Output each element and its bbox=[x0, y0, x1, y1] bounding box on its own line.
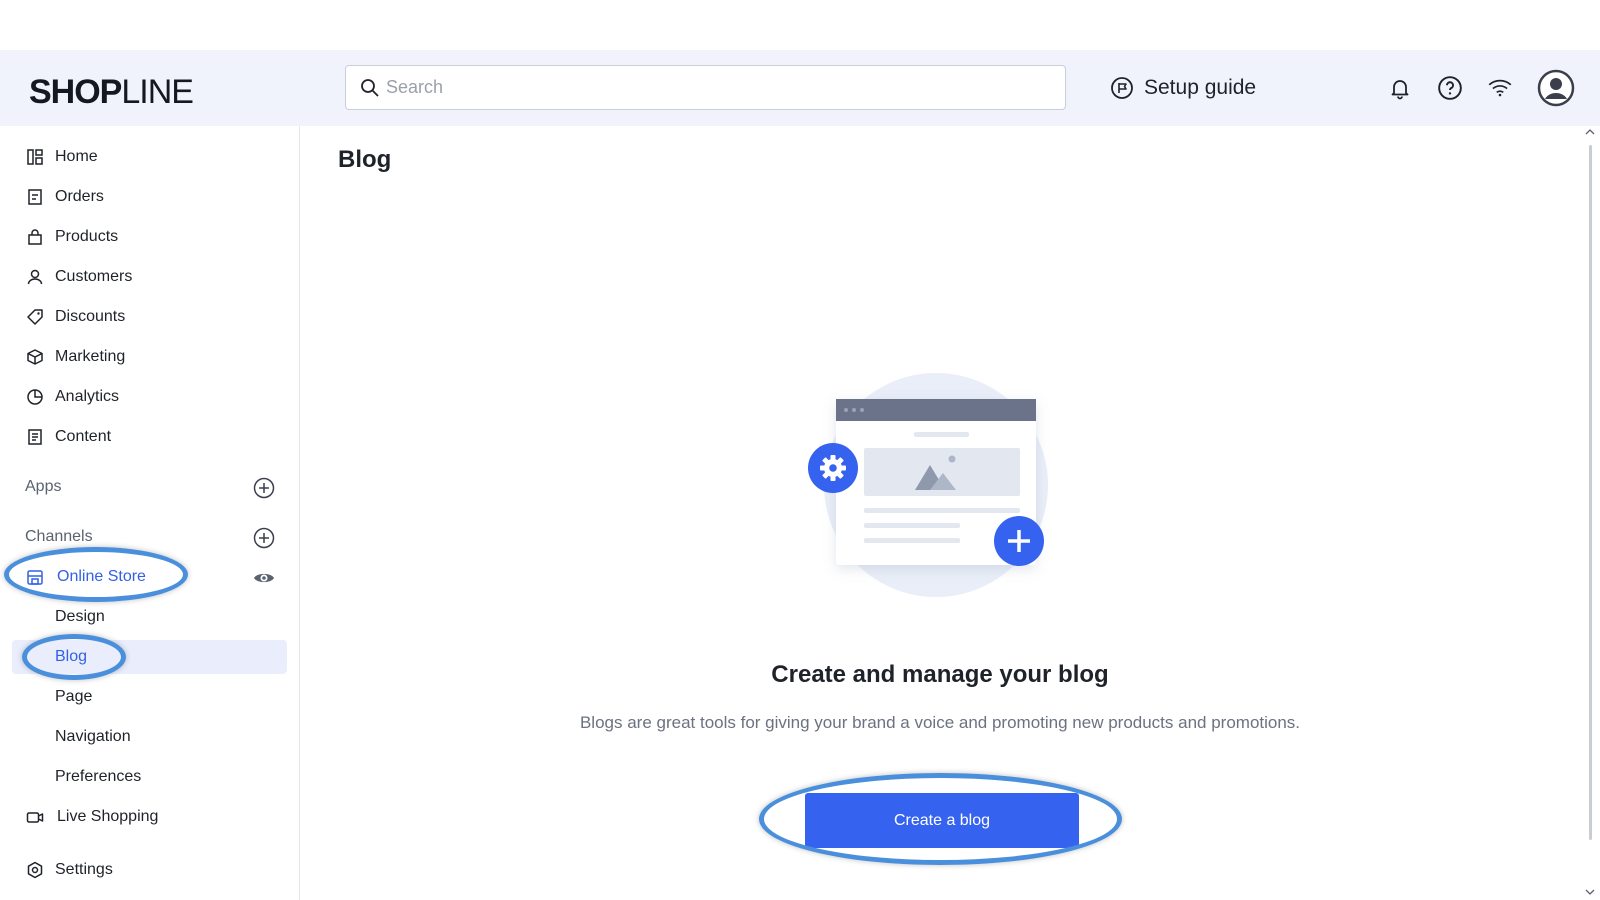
empty-state-description: Blogs are great tools for giving your br… bbox=[579, 713, 1301, 732]
customers-icon bbox=[25, 267, 45, 287]
search-box[interactable] bbox=[345, 65, 1066, 110]
channels-section-label: Channels bbox=[25, 528, 93, 545]
sidebar-item-live-shopping[interactable]: Live Shopping bbox=[12, 800, 287, 834]
analytics-icon bbox=[25, 387, 45, 407]
home-icon bbox=[25, 147, 45, 167]
main-content: Blog Create and manage your blog Blogs a… bbox=[300, 126, 1580, 900]
sidebar-item-label: Orders bbox=[55, 188, 104, 205]
search-icon bbox=[361, 78, 379, 97]
sidebar-item-label: Page bbox=[55, 688, 93, 705]
sidebar-item-discounts[interactable]: Discounts bbox=[12, 300, 287, 334]
help-icon bbox=[1438, 76, 1462, 100]
sidebar-item-marketing[interactable]: Marketing bbox=[12, 340, 287, 374]
sidebar-item-label: Settings bbox=[55, 861, 113, 878]
orders-icon bbox=[25, 187, 45, 207]
scroll-down-arrow-icon[interactable] bbox=[1585, 888, 1595, 896]
create-blog-button[interactable]: Create a blog bbox=[805, 793, 1079, 848]
sidebar-item-label: Discounts bbox=[55, 308, 126, 325]
setup-guide-label: Setup guide bbox=[1144, 76, 1257, 99]
account-button[interactable] bbox=[1536, 68, 1576, 108]
apps-section-label: Apps bbox=[25, 478, 62, 495]
search-input[interactable] bbox=[386, 77, 1026, 98]
scrollbar-thumb[interactable] bbox=[1589, 145, 1592, 840]
sidebar-item-blog[interactable]: Blog bbox=[12, 640, 287, 674]
sidebar-item-label: Marketing bbox=[55, 348, 126, 365]
sidebar-item-home[interactable]: Home bbox=[12, 140, 287, 174]
discounts-icon bbox=[25, 307, 45, 327]
settings-icon bbox=[25, 860, 45, 880]
sidebar-item-customers[interactable]: Customers bbox=[12, 260, 287, 294]
help-button[interactable] bbox=[1434, 72, 1466, 104]
sidebar-item-online-store[interactable]: Online Store bbox=[12, 560, 287, 594]
sidebar-item-label: Blog bbox=[55, 648, 88, 665]
marketing-icon bbox=[25, 347, 45, 367]
flag-icon bbox=[1111, 77, 1133, 99]
sidebar-item-analytics[interactable]: Analytics bbox=[12, 380, 287, 414]
sidebar-item-label: Live Shopping bbox=[57, 808, 159, 825]
sidebar-item-label: Online Store bbox=[57, 568, 146, 585]
bell-icon bbox=[1391, 80, 1409, 100]
content-icon bbox=[25, 427, 45, 447]
products-icon bbox=[25, 227, 45, 247]
sidebar-item-orders[interactable]: Orders bbox=[12, 180, 287, 214]
blog-empty-illustration bbox=[808, 373, 1048, 597]
sidebar-item-label: Preferences bbox=[55, 768, 142, 785]
sidebar-item-label: Home bbox=[55, 148, 98, 165]
scroll-up-arrow-icon[interactable] bbox=[1585, 128, 1595, 136]
sidebar-item-settings[interactable]: Settings bbox=[12, 853, 287, 887]
add-app-icon[interactable] bbox=[252, 476, 276, 500]
add-channel-icon[interactable] bbox=[252, 526, 276, 550]
empty-state-title: Create and manage your blog bbox=[771, 661, 1109, 688]
sidebar-item-label: Content bbox=[55, 428, 112, 445]
sidebar-item-label: Analytics bbox=[55, 388, 120, 405]
store-icon bbox=[25, 567, 45, 587]
sidebar-item-label: Products bbox=[55, 228, 119, 245]
sidebar-item-label: Design bbox=[55, 608, 105, 625]
sidebar-item-label: Navigation bbox=[55, 728, 131, 745]
connection-status[interactable] bbox=[1484, 72, 1516, 104]
sidebar-item-products[interactable]: Products bbox=[12, 220, 287, 254]
avatar-icon bbox=[1537, 69, 1575, 107]
wifi-icon bbox=[1488, 79, 1512, 97]
notifications-button[interactable] bbox=[1384, 72, 1416, 104]
video-camera-icon bbox=[25, 807, 45, 827]
sidebar-item-design[interactable]: Design bbox=[12, 600, 287, 634]
shopline-logo[interactable]: SHOPLINE bbox=[29, 73, 194, 112]
sidebar-item-page[interactable]: Page bbox=[12, 680, 287, 714]
sidebar-item-label: Customers bbox=[55, 268, 133, 285]
page-title: Blog bbox=[338, 146, 392, 173]
sidebar-item-content[interactable]: Content bbox=[12, 420, 287, 454]
top-margin bbox=[0, 0, 1600, 50]
setup-guide-button[interactable]: Setup guide bbox=[1110, 72, 1256, 104]
view-store-eye-icon[interactable] bbox=[252, 566, 276, 590]
sidebar-item-navigation[interactable]: Navigation bbox=[12, 720, 287, 754]
sidebar-item-preferences[interactable]: Preferences bbox=[12, 760, 287, 794]
